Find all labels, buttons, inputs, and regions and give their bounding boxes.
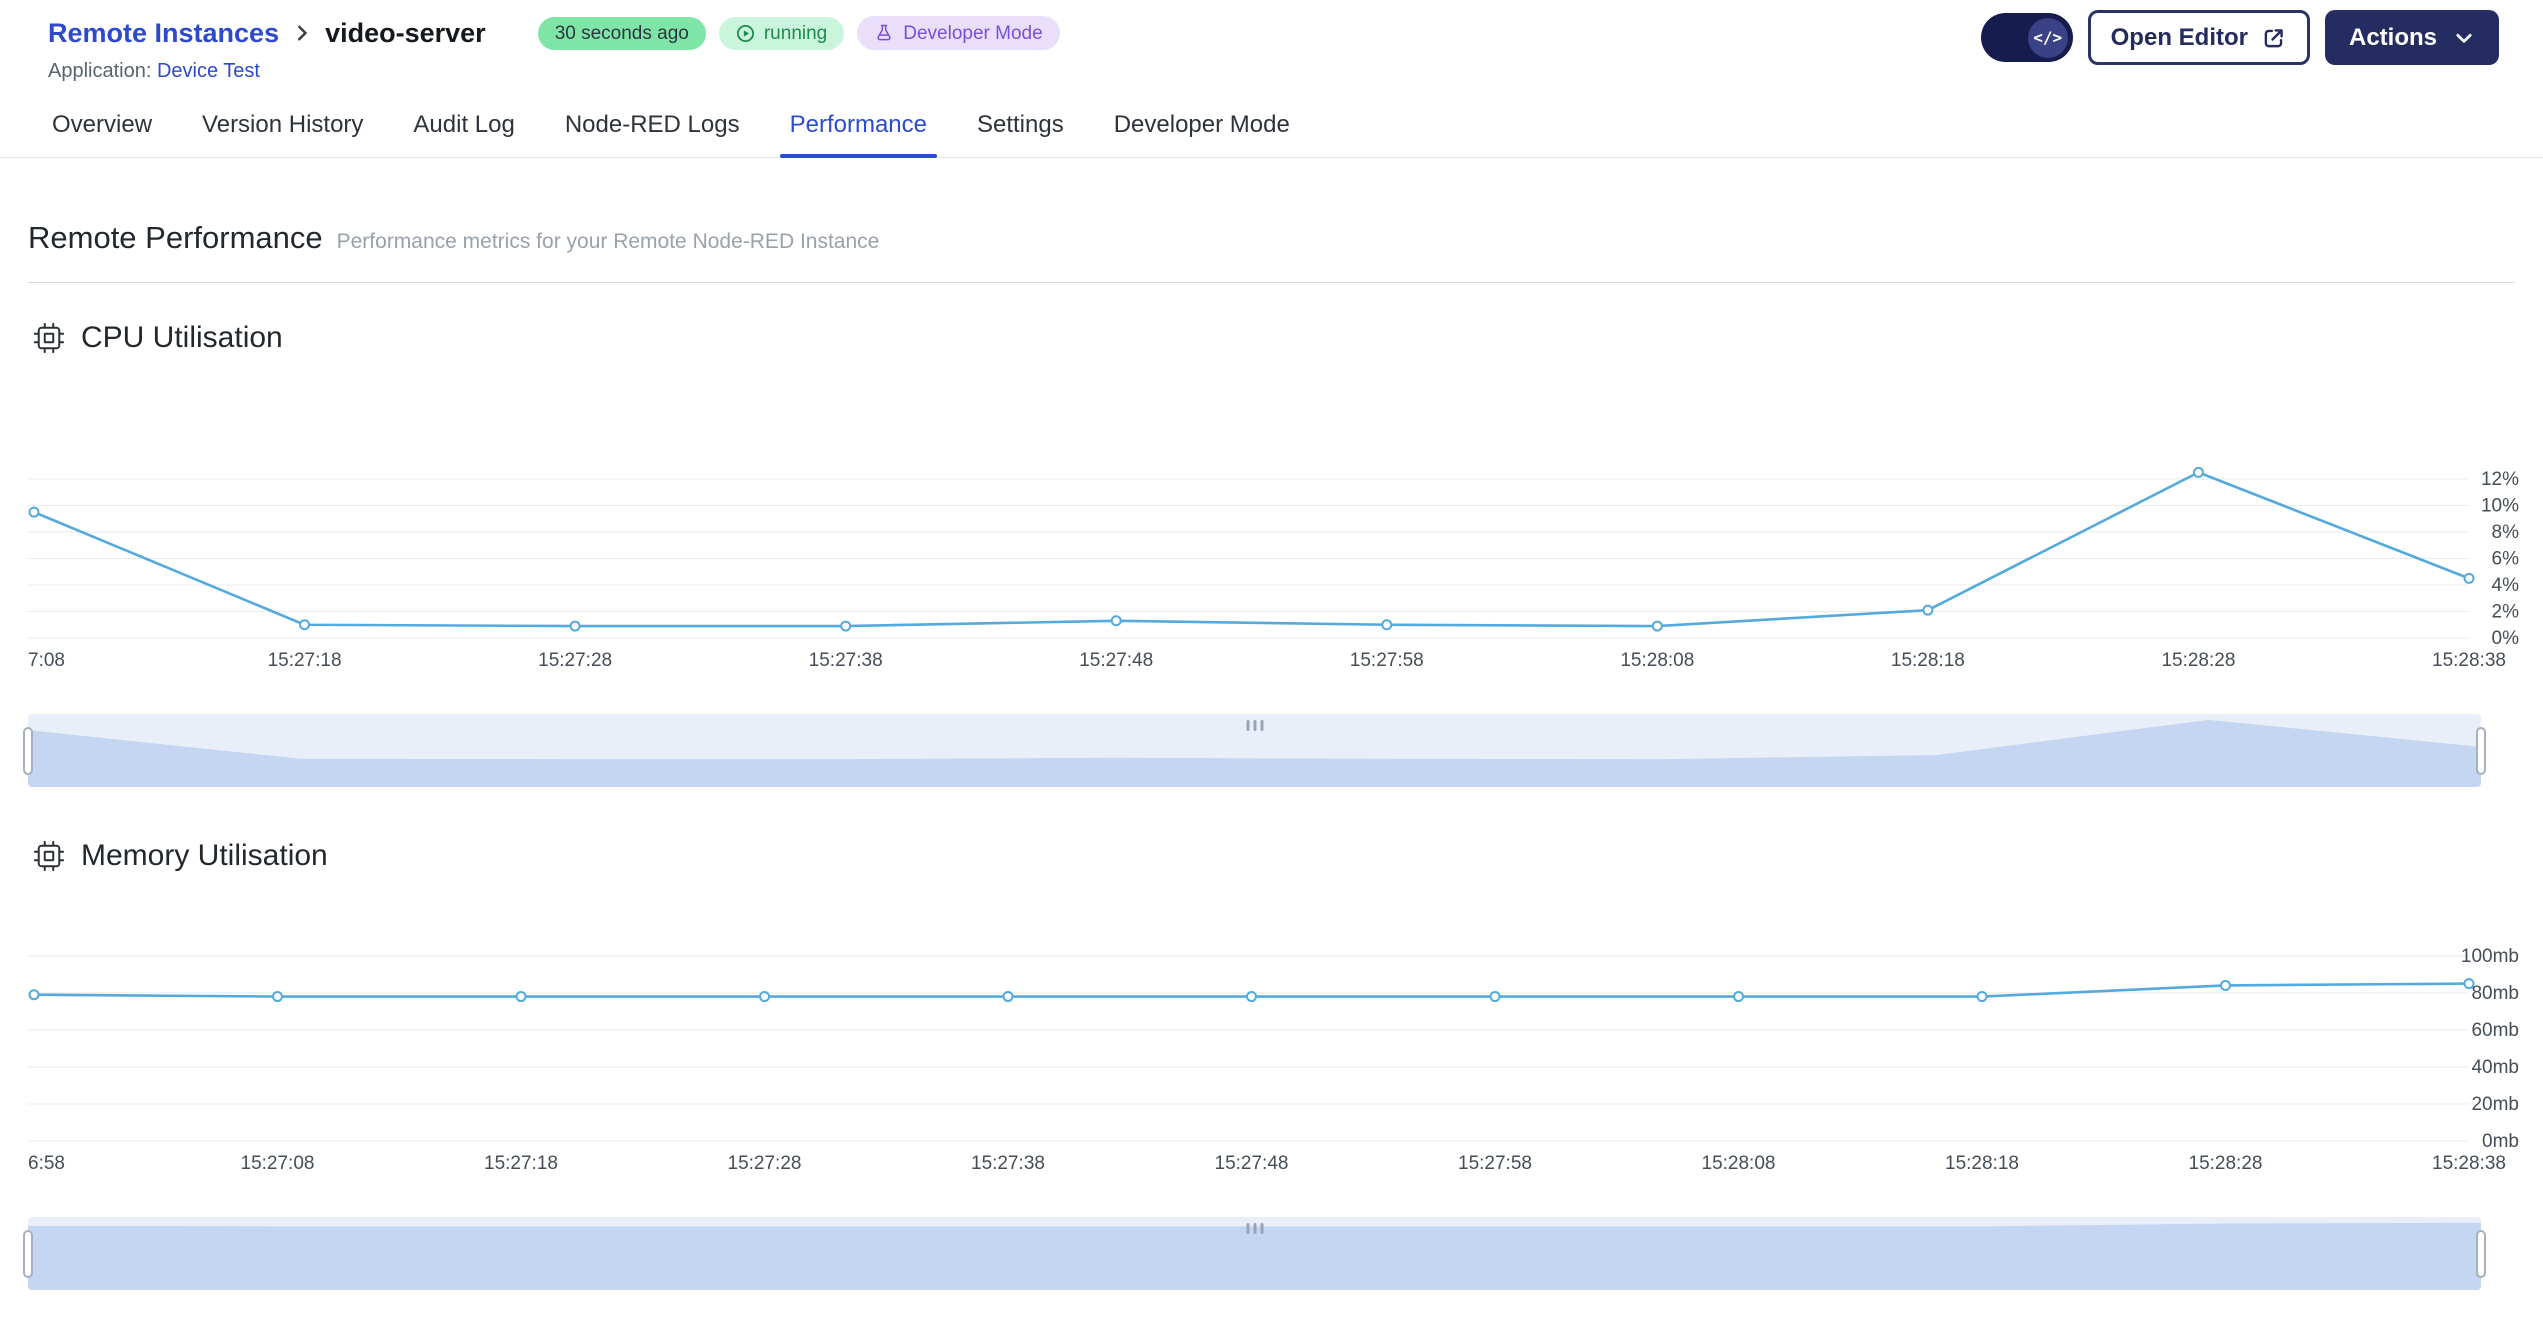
svg-text:4%: 4% bbox=[2492, 575, 2520, 596]
svg-text:15:28:08: 15:28:08 bbox=[1620, 650, 1694, 671]
open-editor-button[interactable]: Open Editor bbox=[2087, 10, 2310, 65]
cpu-range-grip[interactable] bbox=[1246, 720, 1263, 731]
editor-toggle[interactable]: </> bbox=[1980, 13, 2073, 62]
svg-text:15:28:08: 15:28:08 bbox=[1702, 1153, 1776, 1174]
running-status-text: running bbox=[763, 22, 828, 44]
svg-text:15:28:28: 15:28:28 bbox=[2161, 650, 2235, 671]
svg-text:15:27:48: 15:27:48 bbox=[1079, 650, 1153, 671]
external-link-icon bbox=[2261, 25, 2287, 51]
svg-text:20mb: 20mb bbox=[2471, 1094, 2519, 1115]
actions-button[interactable]: Actions bbox=[2324, 10, 2499, 65]
page-title: Remote Performance bbox=[28, 220, 323, 255]
svg-text:15:28:18: 15:28:18 bbox=[1891, 650, 1965, 671]
page-heading: Remote Performance Performance metrics f… bbox=[28, 220, 2515, 256]
breadcrumb-parent-link[interactable]: Remote Instances bbox=[48, 18, 279, 49]
cpu-range-handle-right[interactable] bbox=[2476, 726, 2486, 775]
svg-text:0%: 0% bbox=[2492, 628, 2520, 649]
tab-audit-log[interactable]: Audit Log bbox=[411, 111, 516, 157]
svg-text:2%: 2% bbox=[2492, 602, 2520, 623]
last-seen-badge: 30 seconds ago bbox=[537, 16, 706, 50]
svg-text:15:27:28: 15:27:28 bbox=[728, 1153, 802, 1174]
svg-text:15:27:38: 15:27:38 bbox=[971, 1153, 1045, 1174]
tab-node-red-logs[interactable]: Node-RED Logs bbox=[563, 111, 742, 157]
svg-text:100mb: 100mb bbox=[2461, 946, 2519, 967]
open-editor-label: Open Editor bbox=[2110, 23, 2248, 51]
svg-text:8%: 8% bbox=[2492, 522, 2520, 543]
svg-text:10%: 10% bbox=[2481, 496, 2519, 517]
memory-chart: 0mb 20mb 40mb 60mb 80mb 100mb 6:58 15:27:08 15:2… bbox=[28, 891, 2519, 1179]
svg-text:60mb: 60mb bbox=[2471, 1020, 2519, 1041]
memory-range-handle-right[interactable] bbox=[2476, 1229, 2486, 1278]
tab-overview[interactable]: Overview bbox=[50, 111, 154, 157]
svg-text:0mb: 0mb bbox=[2482, 1131, 2519, 1152]
memory-range-handle-left[interactable] bbox=[23, 1229, 33, 1278]
instance-name: video-server bbox=[325, 17, 486, 48]
tab-version-history[interactable]: Version History bbox=[200, 111, 365, 157]
svg-text:15:27:28: 15:27:28 bbox=[538, 650, 612, 671]
svg-text:15:27:48: 15:27:48 bbox=[1215, 1153, 1289, 1174]
header-controls: </> Open Editor Actions bbox=[1980, 10, 2499, 65]
memory-range-grip[interactable] bbox=[1246, 1223, 1263, 1234]
code-icon: </> bbox=[2027, 17, 2068, 58]
play-circle-icon bbox=[736, 24, 755, 43]
memory-chip-icon bbox=[32, 839, 66, 873]
svg-text:7:08: 7:08 bbox=[28, 650, 65, 671]
actions-label: Actions bbox=[2348, 23, 2437, 51]
application-link[interactable]: Device Test bbox=[157, 60, 260, 82]
memory-section-header: Memory Utilisation bbox=[28, 839, 2515, 873]
cpu-range-selector[interactable] bbox=[23, 714, 2486, 787]
svg-text:6:58: 6:58 bbox=[28, 1153, 65, 1174]
tab-developer-mode[interactable]: Developer Mode bbox=[1112, 111, 1292, 157]
cpu-chart: 0% 2% 4% 6% 8% 10% 12% 7:08 15:27:18 15:27:28 15:2… bbox=[28, 373, 2519, 676]
svg-text:6%: 6% bbox=[2492, 549, 2520, 570]
tab-settings[interactable]: Settings bbox=[975, 111, 1066, 157]
svg-text:12%: 12% bbox=[2481, 469, 2519, 490]
svg-text:15:27:08: 15:27:08 bbox=[241, 1153, 315, 1174]
cpu-range-handle-left[interactable] bbox=[23, 726, 33, 775]
tab-bar: Overview Version History Audit Log Node-… bbox=[0, 83, 2543, 158]
page-subtitle: Performance metrics for your Remote Node… bbox=[336, 230, 880, 253]
status-badges: 30 seconds ago running Developer Mode bbox=[537, 16, 1060, 50]
last-seen-text: 30 seconds ago bbox=[554, 22, 689, 44]
beaker-icon bbox=[874, 23, 894, 43]
svg-text:15:27:58: 15:27:58 bbox=[1350, 650, 1424, 671]
chevron-down-icon bbox=[2453, 27, 2475, 49]
page-header: Remote Instances video-server 30 seconds… bbox=[0, 0, 2543, 83]
svg-text:40mb: 40mb bbox=[2471, 1057, 2519, 1078]
svg-text:15:28:18: 15:28:18 bbox=[1945, 1153, 2019, 1174]
svg-text:15:28:38: 15:28:38 bbox=[2432, 1153, 2506, 1174]
svg-text:15:27:58: 15:27:58 bbox=[1458, 1153, 1532, 1174]
chevron-right-icon bbox=[291, 22, 313, 44]
svg-text:15:28:38: 15:28:38 bbox=[2432, 650, 2506, 671]
application-label: Application: bbox=[48, 60, 152, 82]
tab-performance[interactable]: Performance bbox=[779, 111, 938, 158]
cpu-chip-icon bbox=[32, 321, 66, 355]
memory-section-title: Memory Utilisation bbox=[81, 839, 328, 872]
main-content: Remote Performance Performance metrics f… bbox=[0, 220, 2543, 1290]
cpu-section-title: CPU Utilisation bbox=[81, 321, 283, 354]
svg-text:15:28:28: 15:28:28 bbox=[2189, 1153, 2263, 1174]
svg-text:15:27:18: 15:27:18 bbox=[268, 650, 342, 671]
svg-text:15:27:18: 15:27:18 bbox=[484, 1153, 558, 1174]
divider bbox=[28, 282, 2515, 283]
svg-text:15:27:38: 15:27:38 bbox=[809, 650, 883, 671]
cpu-section-header: CPU Utilisation bbox=[28, 321, 2515, 355]
developer-mode-text: Developer Mode bbox=[903, 22, 1043, 44]
svg-text:80mb: 80mb bbox=[2471, 983, 2519, 1004]
developer-mode-badge: Developer Mode bbox=[857, 16, 1060, 50]
running-status-badge: running bbox=[718, 16, 845, 50]
memory-range-selector[interactable] bbox=[23, 1217, 2486, 1290]
